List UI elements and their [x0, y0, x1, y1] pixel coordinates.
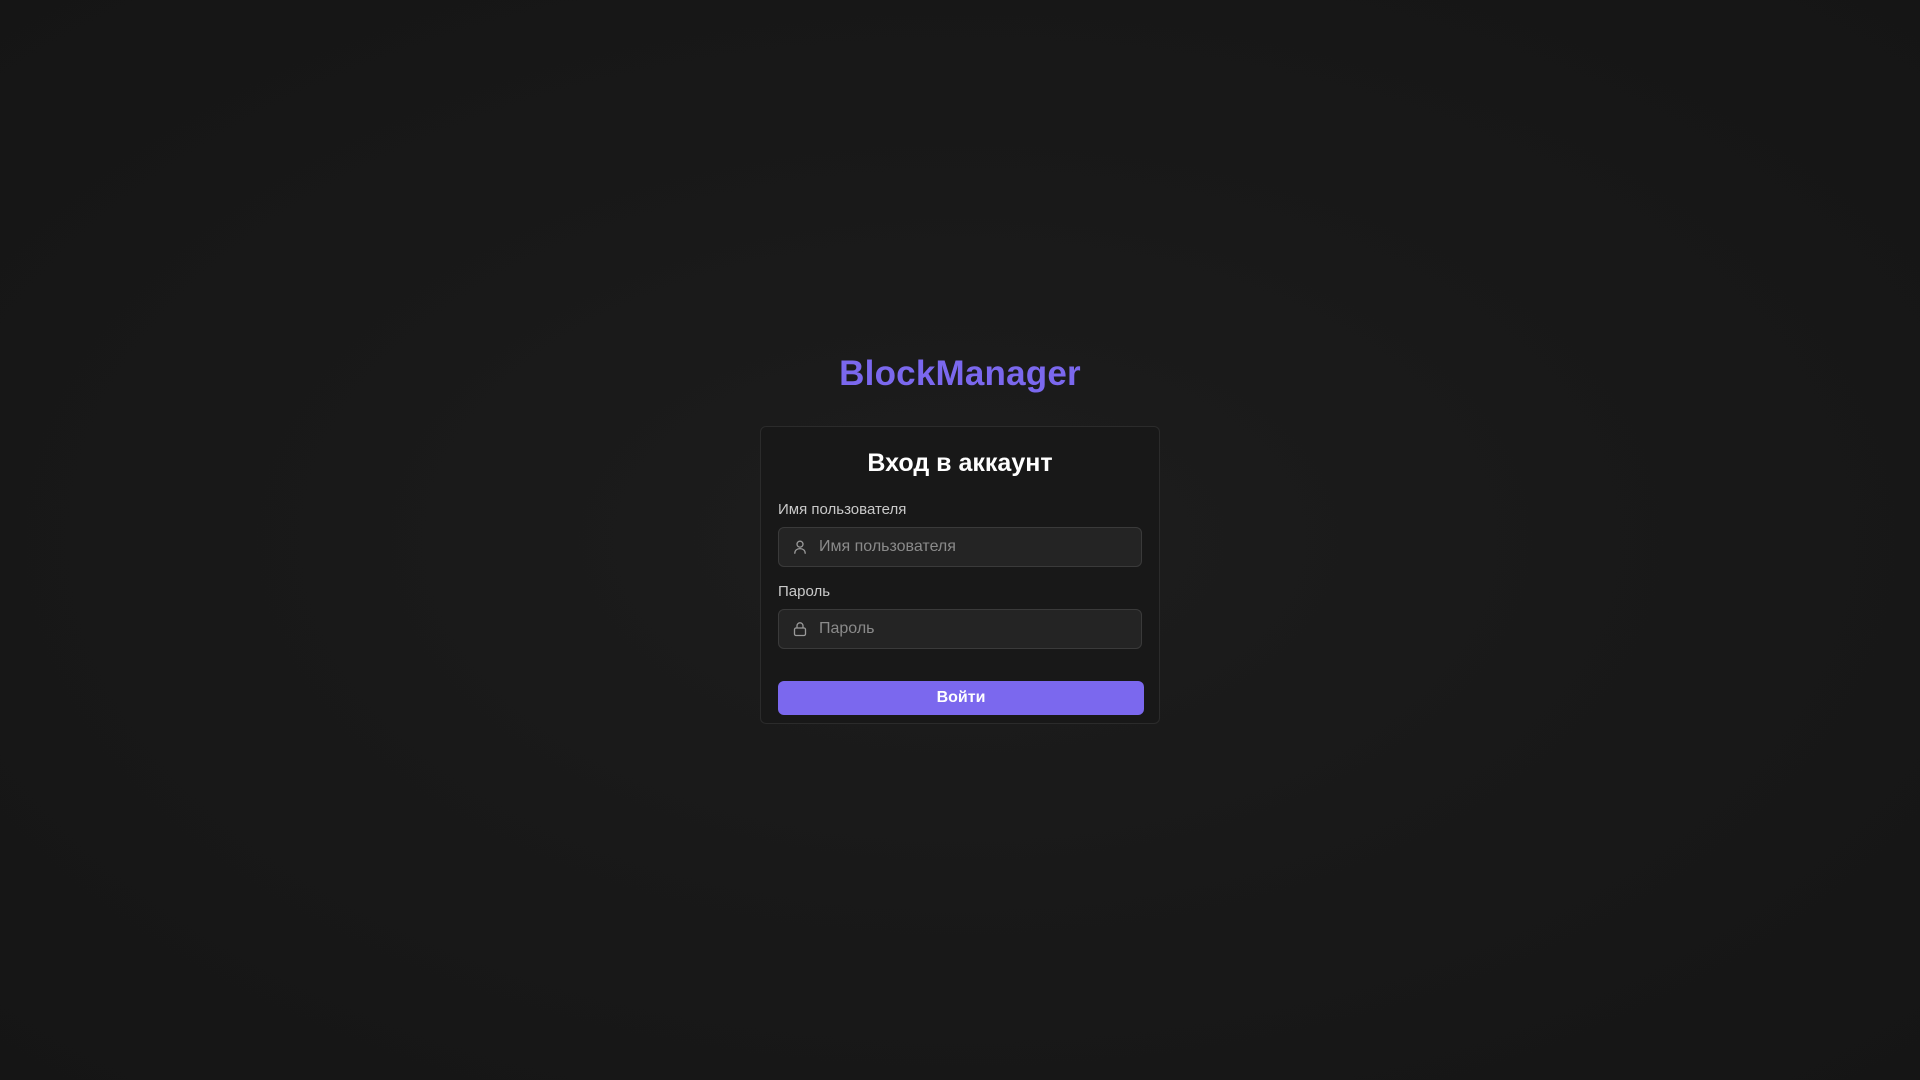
username-input[interactable]	[819, 528, 1139, 566]
username-field[interactable]	[778, 527, 1142, 567]
app-brand-title: BlockManager	[839, 354, 1081, 393]
lock-icon	[792, 621, 808, 637]
password-input[interactable]	[819, 610, 1139, 648]
login-title: Вход в аккаунт	[867, 449, 1053, 477]
login-button[interactable]: Войти	[778, 681, 1144, 715]
password-label: Пароль	[778, 583, 831, 600]
user-icon	[792, 539, 808, 555]
login-card: Вход в аккаунт Имя пользователя Пароль В…	[760, 426, 1160, 724]
username-label: Имя пользователя	[778, 501, 907, 518]
password-field[interactable]	[778, 609, 1142, 649]
